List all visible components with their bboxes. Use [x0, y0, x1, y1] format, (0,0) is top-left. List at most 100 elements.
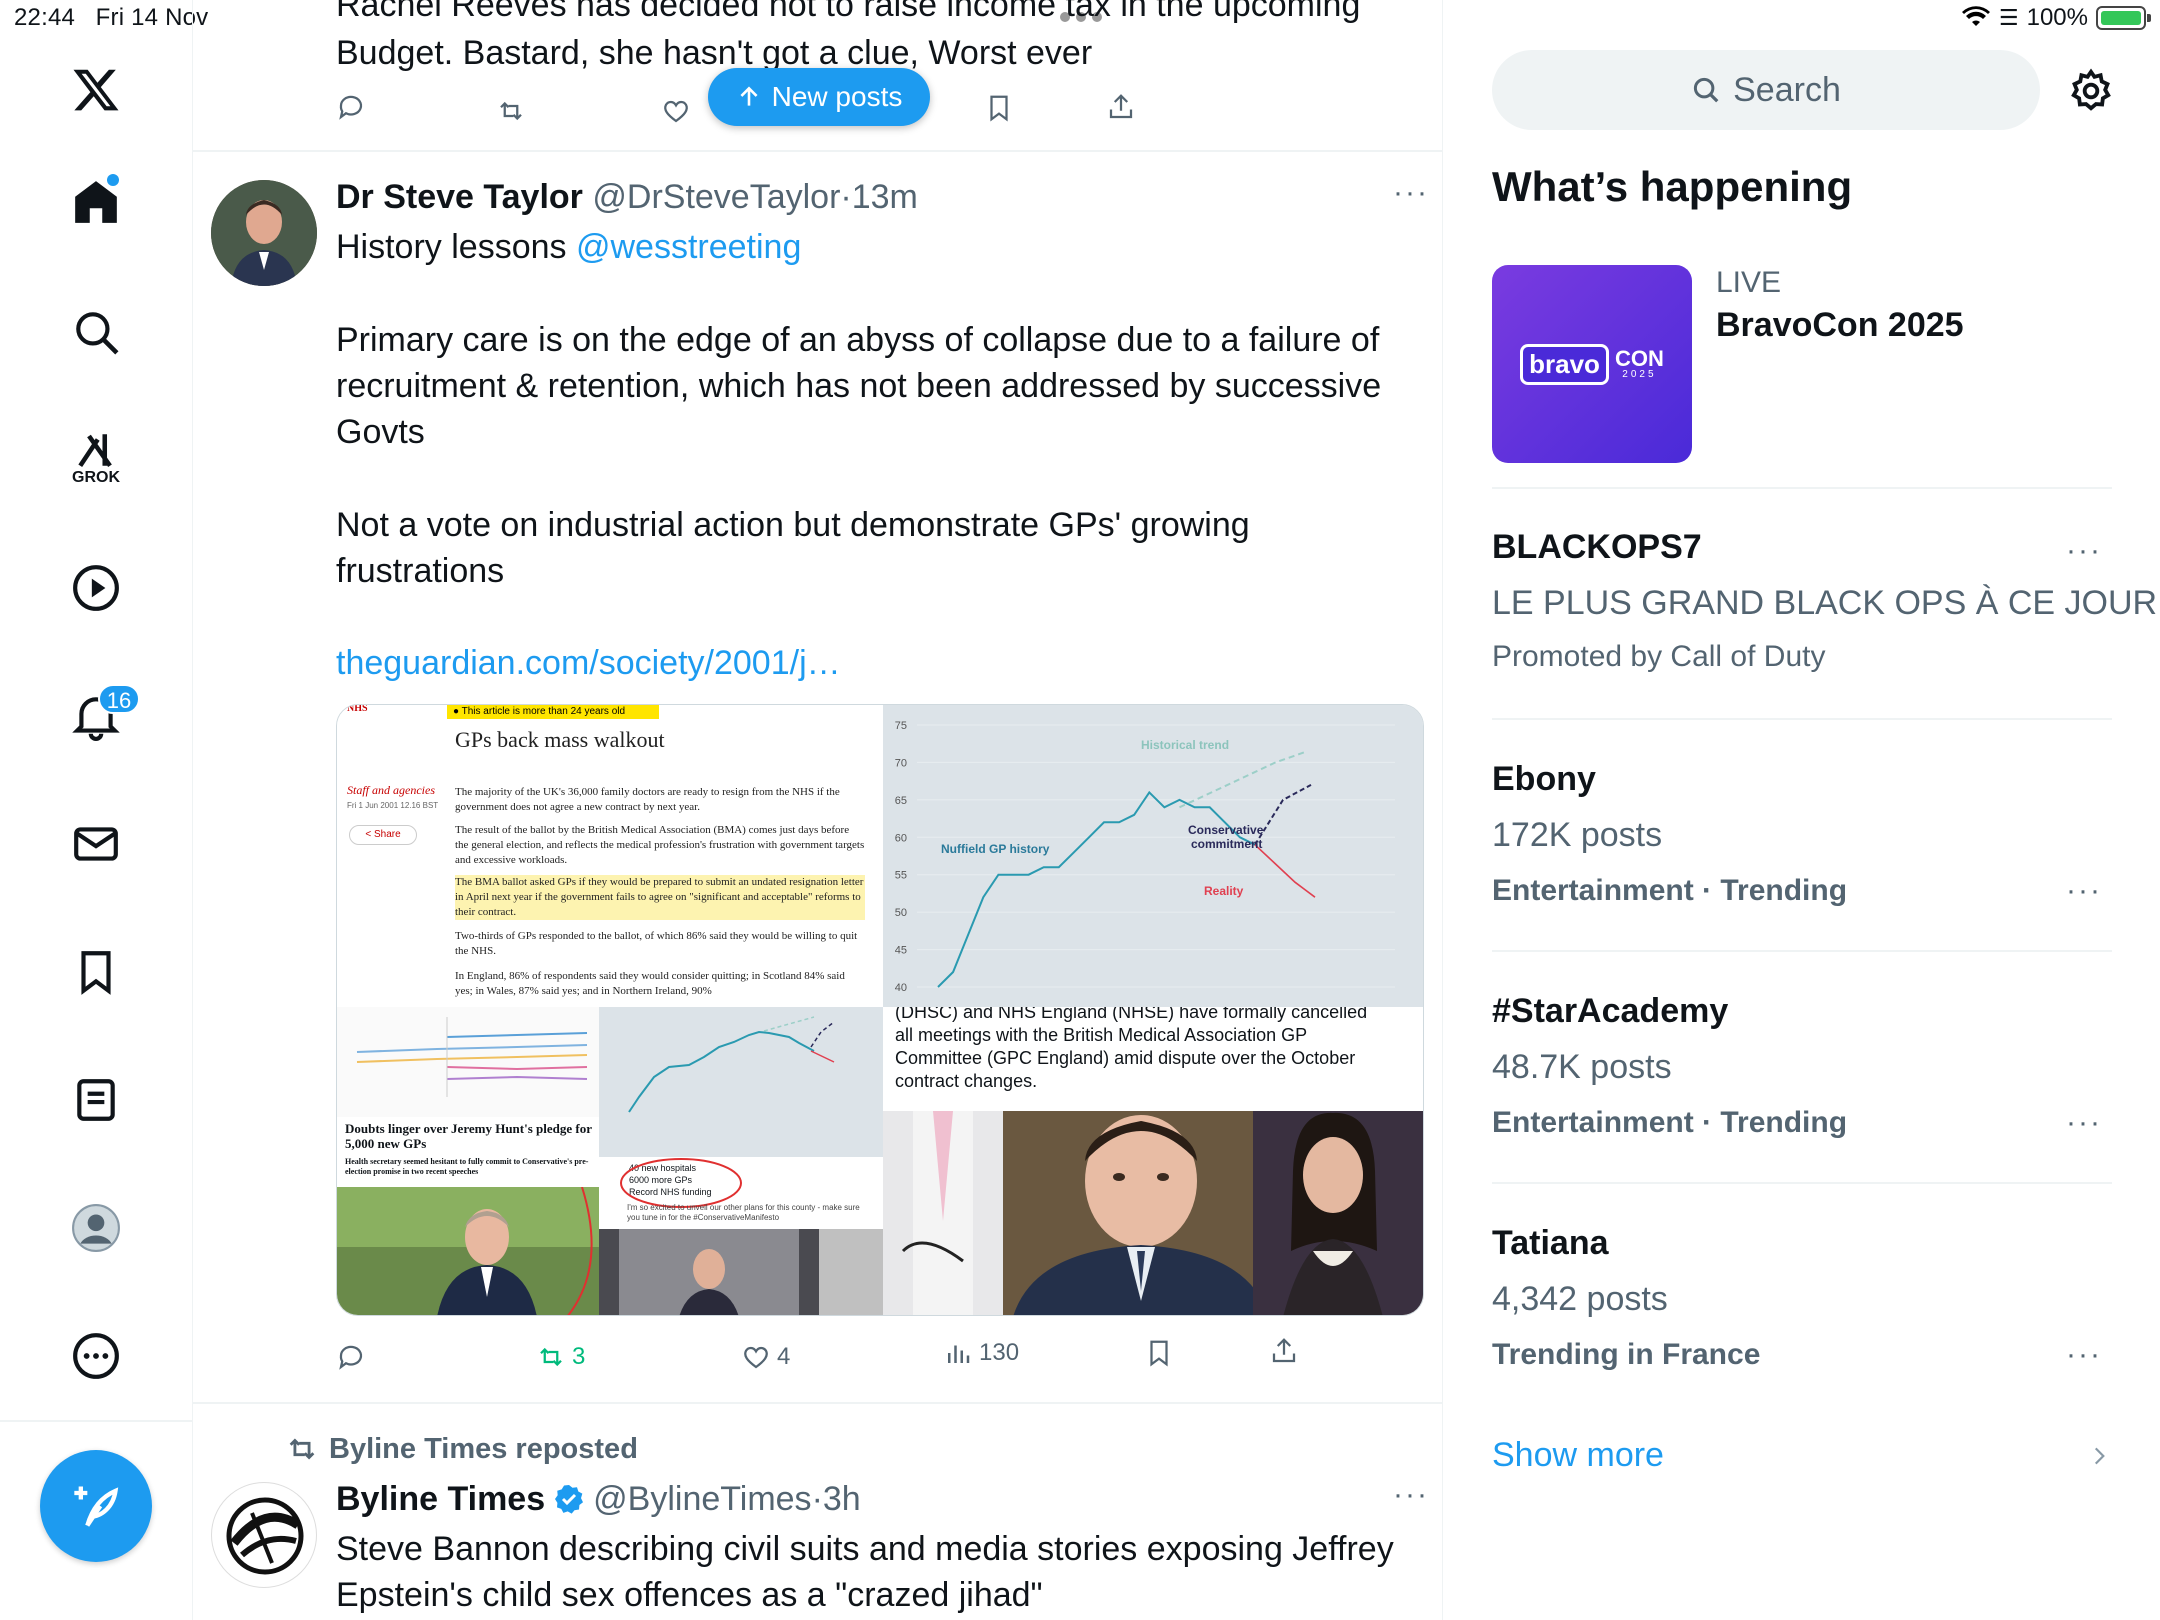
like-button[interactable]: [661, 96, 691, 126]
post-separator: [193, 1402, 1442, 1404]
repost-button[interactable]: 3: [536, 1342, 585, 1372]
chart-series-reality: [1254, 844, 1316, 898]
trend-separator: [1492, 950, 2112, 952]
right-sidebar: Search What’s happening bravo CON 2025 L…: [1444, 0, 2160, 1620]
lists-icon[interactable]: [58, 1062, 134, 1138]
post-media-collage[interactable]: NHS ● This article is more than 24 years…: [336, 704, 1424, 1316]
chart-ytick-label: 40: [895, 982, 907, 994]
gp-chart-svg: 40 45 50 55 60 65 70 75 Nuffield GP history Histo…: [895, 720, 1395, 994]
author-name[interactable]: Dr Steve Taylor: [336, 178, 583, 216]
search-placeholder: Search: [1733, 70, 1841, 109]
trend-more-icon[interactable]: ···: [2066, 874, 2102, 908]
dhsc-panel: (DHSC) and NHS England (NHSE) have forma…: [883, 1007, 1423, 1315]
author-handle[interactable]: @DrSteveTaylor: [592, 178, 840, 216]
search-bar[interactable]: Search: [1492, 50, 2040, 130]
post-text-para2-line1: Primary care is on the edge of an abyss …: [336, 321, 1380, 359]
more-options-icon[interactable]: [58, 1318, 134, 1394]
repost-indicator: Byline Times reposted: [285, 1432, 638, 1466]
chart-label-conservative: Conservative: [1188, 823, 1264, 837]
new-posts-button[interactable]: New posts: [708, 68, 930, 126]
reply-button[interactable]: [336, 1342, 366, 1372]
views-button[interactable]: 130: [943, 1338, 1019, 1368]
article-para3: The BMA ballot asked GPs if they would b…: [455, 875, 865, 920]
explore-search-icon[interactable]: [58, 294, 134, 370]
live-label: LIVE: [1716, 266, 1782, 299]
chart-label-reality: Reality: [1204, 884, 1244, 898]
trend-separator: [1492, 487, 2112, 489]
trend-separator: [1492, 1182, 2112, 1184]
show-more-link[interactable]: Show more: [1492, 1436, 2112, 1475]
post-time[interactable]: 3h: [823, 1476, 861, 1522]
bookmark-button[interactable]: [984, 93, 1014, 123]
compose-feather-icon: [74, 1486, 119, 1527]
trend-subtitle: 4,342 posts: [1492, 1280, 1668, 1318]
post-more-icon[interactable]: ···: [1393, 176, 1429, 210]
mention-link[interactable]: @wesstreeting: [576, 228, 801, 266]
grok-label: GROK: [72, 469, 120, 486]
article-screenshot: NHS ● This article is more than 24 years…: [337, 705, 883, 1007]
time-separator: ·: [811, 1480, 823, 1518]
author-avatar[interactable]: [211, 180, 317, 286]
chart-ytick-label: 45: [895, 945, 907, 957]
trend-more-icon[interactable]: ···: [2066, 534, 2102, 568]
compose-post-button[interactable]: [40, 1450, 152, 1562]
trend-more-icon[interactable]: ···: [2066, 1106, 2102, 1140]
post-separator: [193, 150, 1442, 152]
like-button[interactable]: 4: [741, 1342, 790, 1372]
home-unread-dot: [107, 174, 119, 186]
article-age-banner: ● This article is more than 24 years old: [447, 705, 659, 719]
post-header: Byline Times @BylineTimes · 3h: [336, 1476, 861, 1522]
trend-title: BLACKOPS7: [1492, 528, 1702, 566]
time-separator: ·: [840, 178, 852, 216]
chart-ytick-label: 65: [895, 795, 907, 807]
post-text-line2: Epstein's child sex offences as a "craze…: [336, 1576, 1043, 1614]
settings-gear-icon[interactable]: [2068, 68, 2114, 114]
post-more-icon[interactable]: ···: [1393, 1478, 1429, 1512]
author-avatar[interactable]: [211, 1482, 317, 1588]
post-time[interactable]: 13m: [852, 178, 918, 216]
hunt-article-sub: Health secretary seemed hesitant to full…: [345, 1157, 589, 1176]
notifications-badge: 16: [98, 684, 140, 714]
con-logo-text: CON: [1614, 346, 1664, 371]
post-header: Dr Steve Taylor @DrSteveTaylor·13m: [336, 174, 918, 220]
messages-envelope-icon[interactable]: [58, 806, 134, 882]
hunt-photo: [337, 1187, 599, 1315]
chart-label-trend: Historical trend: [1141, 738, 1229, 752]
post-text-line1: History lessons @wesstreeting: [336, 228, 802, 266]
bookmarks-icon[interactable]: [58, 934, 134, 1010]
gp-numbers-chart: 40 45 50 55 60 65 70 75 Nuffield GP history Histo…: [883, 705, 1423, 1007]
con-logo-year: 2025: [1622, 369, 1657, 380]
trend-meta: Trending in France: [1492, 1338, 1761, 1371]
home-icon[interactable]: [58, 164, 134, 240]
trend-more-icon[interactable]: ···: [2066, 1338, 2102, 1372]
bravocon-logo: bravo CON 2025: [1492, 265, 1692, 463]
video-play-icon[interactable]: [58, 550, 134, 626]
grok-icon[interactable]: GROK: [58, 420, 134, 496]
profile-avatar-icon[interactable]: [58, 1190, 134, 1266]
bookmark-button[interactable]: [1144, 1338, 1174, 1368]
new-posts-label: New posts: [771, 81, 903, 112]
article-link[interactable]: theguardian.com/society/2001/j…: [336, 640, 841, 686]
x-logo-icon[interactable]: [58, 52, 134, 128]
author-name[interactable]: Byline Times: [336, 1476, 545, 1522]
bravo-logo-text: bravo: [1520, 343, 1609, 385]
article-para5: In England, 86% of respondents said they…: [455, 970, 845, 997]
sidebar: GROK 16: [0, 0, 193, 1620]
repost-button[interactable]: [496, 96, 526, 126]
mini-gp-chart: [599, 1007, 883, 1157]
share-button[interactable]: [1269, 1336, 1299, 1366]
share-button[interactable]: [1106, 92, 1136, 122]
article-share-button: < Share: [349, 825, 417, 845]
post-text-para3-line1: Not a vote on industrial action but demo…: [336, 506, 1250, 544]
trend-meta: Entertainment · Trending: [1492, 1106, 1848, 1139]
author-handle[interactable]: @BylineTimes: [593, 1476, 811, 1522]
reply-button[interactable]: [336, 92, 366, 122]
live-title: BravoCon 2025: [1716, 306, 1964, 344]
repost-count: 3: [572, 1343, 586, 1370]
article-date: Fri 1 Jun 2001 12.16 BST: [347, 801, 439, 810]
nhs-label: NHS: [347, 704, 368, 714]
manifesto-panel: 40 new hospitals 6000 more GPs Record NH…: [599, 1007, 883, 1315]
reposted-by-label[interactable]: Byline Times reposted: [329, 1433, 638, 1466]
article-para4: Two-thirds of GPs responded to the ballo…: [455, 930, 858, 957]
chevron-right-icon: [2094, 1447, 2105, 1464]
